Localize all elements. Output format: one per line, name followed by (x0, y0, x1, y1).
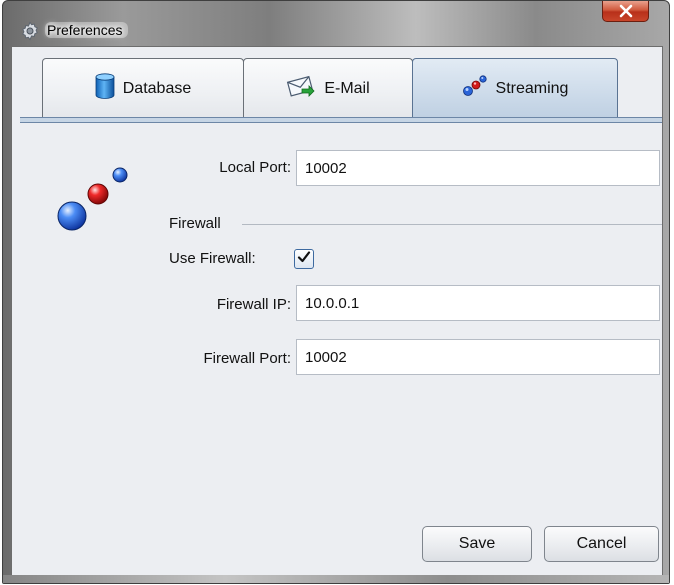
window-bottom-border (3, 575, 669, 583)
firewall-section-title: Firewall (169, 215, 221, 232)
firewall-ip-input[interactable] (296, 285, 660, 321)
close-icon (618, 4, 634, 18)
preferences-window: Preferences Database E-Mail Streaming Lo… (2, 0, 670, 584)
tab-streaming[interactable]: Streaming (412, 58, 618, 118)
cancel-button[interactable]: Cancel (544, 526, 659, 562)
tab-database-label: Database (122, 79, 192, 97)
dialog-content: Database E-Mail Streaming Local Port: 10… (11, 46, 663, 576)
checkmark-icon (297, 250, 311, 268)
local-port-label: Local Port: (219, 159, 291, 176)
local-port-input[interactable] (296, 150, 660, 186)
window-title: Preferences (45, 22, 129, 38)
save-button[interactable]: Save (422, 526, 532, 562)
database-icon (95, 73, 115, 104)
firewall-ip-label: Firewall IP: (216, 296, 291, 313)
use-firewall-label: Use Firewall: (169, 250, 256, 267)
close-button[interactable] (602, 1, 649, 22)
streaming-spheres-icon (56, 162, 136, 238)
tab-database[interactable]: Database (42, 58, 244, 118)
use-firewall-checkbox[interactable] (294, 249, 314, 269)
streaming-icon (462, 74, 488, 103)
gear-icon (20, 21, 40, 41)
firewall-section-divider (242, 224, 662, 225)
firewall-port-input[interactable] (296, 339, 660, 375)
tab-strip-divider (20, 117, 662, 123)
title-bar[interactable]: Preferences (3, 1, 669, 41)
tab-streaming-label: Streaming (495, 79, 569, 97)
email-icon (286, 74, 316, 103)
firewall-port-label: Firewall Port: (203, 350, 291, 367)
tab-email-label: E-Mail (324, 79, 370, 97)
tab-email[interactable]: E-Mail (243, 58, 413, 118)
